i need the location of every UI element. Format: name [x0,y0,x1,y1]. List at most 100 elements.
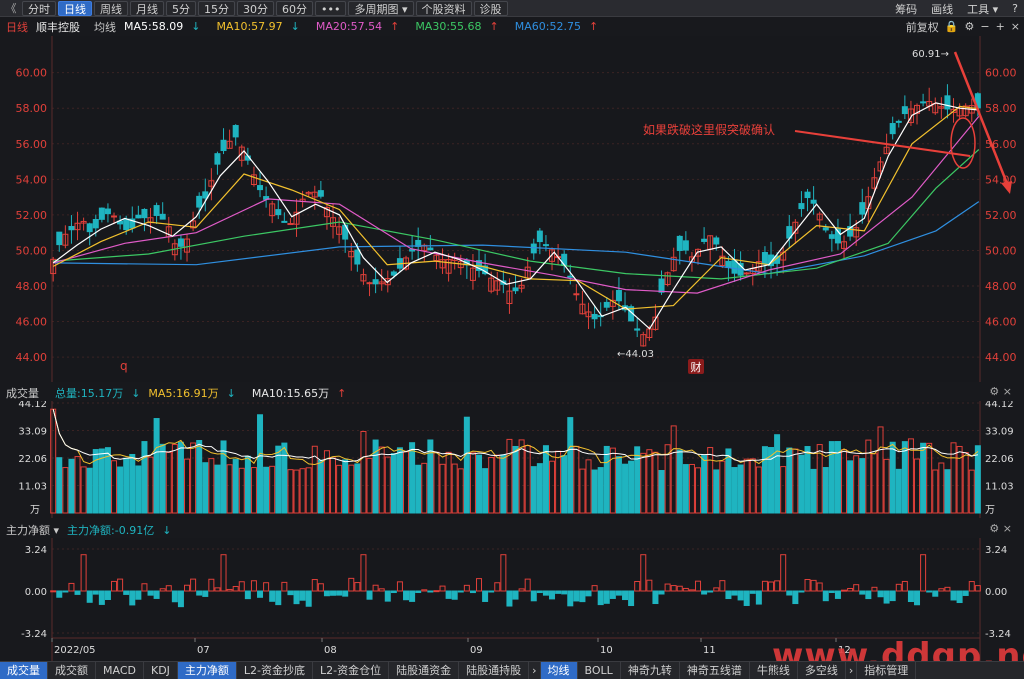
flow-bar [336,590,343,596]
tab-weekly[interactable]: 周线 [94,0,128,16]
tab-main-flow[interactable]: 主力净额 [177,662,237,679]
chips-button[interactable]: 筹码 [895,1,917,17]
volume-bar [530,466,537,514]
price-tick-right: 50.00 [985,244,1017,257]
tab-hk-holding[interactable]: 陆股通持股 [459,662,530,679]
flow-bar [792,590,799,605]
flow-bar [196,590,203,596]
candle-body [86,223,93,233]
minus-icon[interactable]: − [980,20,989,33]
flow-bar [530,590,537,602]
back-icon[interactable]: 《 [3,0,19,16]
flow-tick-left: -3.24 [21,629,47,640]
flow-bar [914,590,921,606]
flow-bar [883,590,890,604]
annotation-text: 如果跌破这里假突破确认 [643,122,775,137]
candle-body [530,243,537,254]
price-tick-right: 60.00 [985,67,1017,80]
volume-bar [512,445,519,514]
multi-period-dropdown[interactable]: 多周期图 ▾ [348,0,414,16]
flow-panel-controls[interactable]: ⚙ × [989,522,1012,535]
volume-chart[interactable]: 44.12 44.12 33.09 33.09 22.06 22.06 11.03 11.03… [0,401,1024,518]
flow-bar [877,590,884,598]
volume-tick-left: 22.06 [18,454,47,465]
ma-label[interactable]: 均线 [94,19,116,35]
help-icon[interactable]: ? [1012,2,1018,15]
flow-title[interactable]: 主力净额 ▾ [6,522,59,538]
flow-tick-right: 3.24 [985,545,1007,556]
event-marker-q: q [120,359,128,373]
candle-body [427,247,434,251]
tabs-scroll-arrow[interactable]: › [529,662,541,679]
flow-bar [293,590,300,605]
flow-bar [652,590,659,605]
flow-tick-left: 3.24 [25,545,47,556]
flow-bar [573,590,580,602]
candle-body [731,260,738,274]
volume-tick-right: 11.03 [985,482,1014,493]
tab-bull-bear[interactable]: 牛熊线 [750,662,798,679]
tab-boll[interactable]: BOLL [578,662,621,679]
draw-line-button[interactable]: 画线 [931,1,953,17]
diagnose-button[interactable]: 诊股 [473,0,508,16]
plus-icon[interactable]: + [996,20,1005,33]
tab-long-short[interactable]: 多空线 [798,662,846,679]
volume-bar [901,441,908,514]
candle-body [317,190,324,197]
tab-monthly[interactable]: 月线 [130,0,164,16]
tab-fenshi[interactable]: 分时 [22,0,56,16]
flow-bar [615,590,622,596]
volume-bar [567,417,574,514]
tab-magic-five[interactable]: 神奇五线谱 [680,662,750,679]
candle-body [895,120,902,123]
tab-l2-bottom[interactable]: L2-资金抄底 [237,662,314,679]
adjust-controls: 前复权 🔒 ⚙ − + × [900,18,1024,35]
candle-body [804,191,811,199]
volume-bar [476,454,483,514]
flow-bar [457,590,464,593]
volume-bar [847,460,854,514]
indicator-manage-button[interactable]: 指标管理 [857,662,917,679]
flow-bar [86,590,93,603]
tab-daily[interactable]: 日线 [58,0,92,16]
stock-app: 《 分时 日线 周线 月线 5分 15分 30分 60分 ••• 多周期图 ▾ … [0,0,1024,679]
candle-body [798,203,805,210]
volume-bar [415,464,422,514]
flow-bar [469,590,476,594]
tab-hk-flow[interactable]: 陆股通资金 [389,662,460,679]
stock-name[interactable]: 顺丰控股 [36,19,80,35]
tab-volume[interactable]: 成交量 [0,662,48,679]
candlestick-chart[interactable]: 60.00 60.0058.00 58.0056.00 56.0054.00 54.00… [0,36,1024,382]
tools-dropdown[interactable]: 工具 ▾ [967,1,998,17]
tab-magic-nine[interactable]: 神奇九转 [621,662,680,679]
tab-30min[interactable]: 30分 [237,0,274,16]
flow-bar [579,590,586,603]
tab-kdj[interactable]: KDJ [144,662,178,679]
flow-bar [330,590,337,596]
tabs-scroll-arrow-right[interactable]: › [846,662,858,679]
tab-60min[interactable]: 60分 [276,0,313,16]
tab-l2-position[interactable]: L2-资金仓位 [313,662,390,679]
volume-ma10: MA10:15.65万 ↑ [251,387,347,400]
volume-bar [725,448,732,514]
adjust-label[interactable]: 前复权 [906,19,939,35]
lock-icon[interactable]: 🔒 [945,20,959,33]
settings-icon[interactable]: ⚙ [964,20,974,33]
close-icon[interactable]: × [1011,20,1020,33]
flow-bar [889,590,896,602]
flow-bar [950,590,957,601]
flow-bar [731,590,738,596]
candle-body [676,235,683,251]
stock-profile-button[interactable]: 个股资料 [415,0,472,16]
tab-5min[interactable]: 5分 [166,0,196,16]
tab-15min[interactable]: 15分 [198,0,235,16]
tab-turnover[interactable]: 成交额 [48,662,96,679]
volume-panel-controls[interactable]: ⚙ × [989,385,1012,398]
tab-ma[interactable]: 均线 [540,662,578,679]
volume-title[interactable]: 成交量 [6,385,39,401]
tab-macd[interactable]: MACD [96,662,144,679]
volume-bar [859,458,866,514]
flow-bar [342,590,349,597]
flow-bar [50,590,57,593]
more-periods-button[interactable]: ••• [315,0,347,16]
